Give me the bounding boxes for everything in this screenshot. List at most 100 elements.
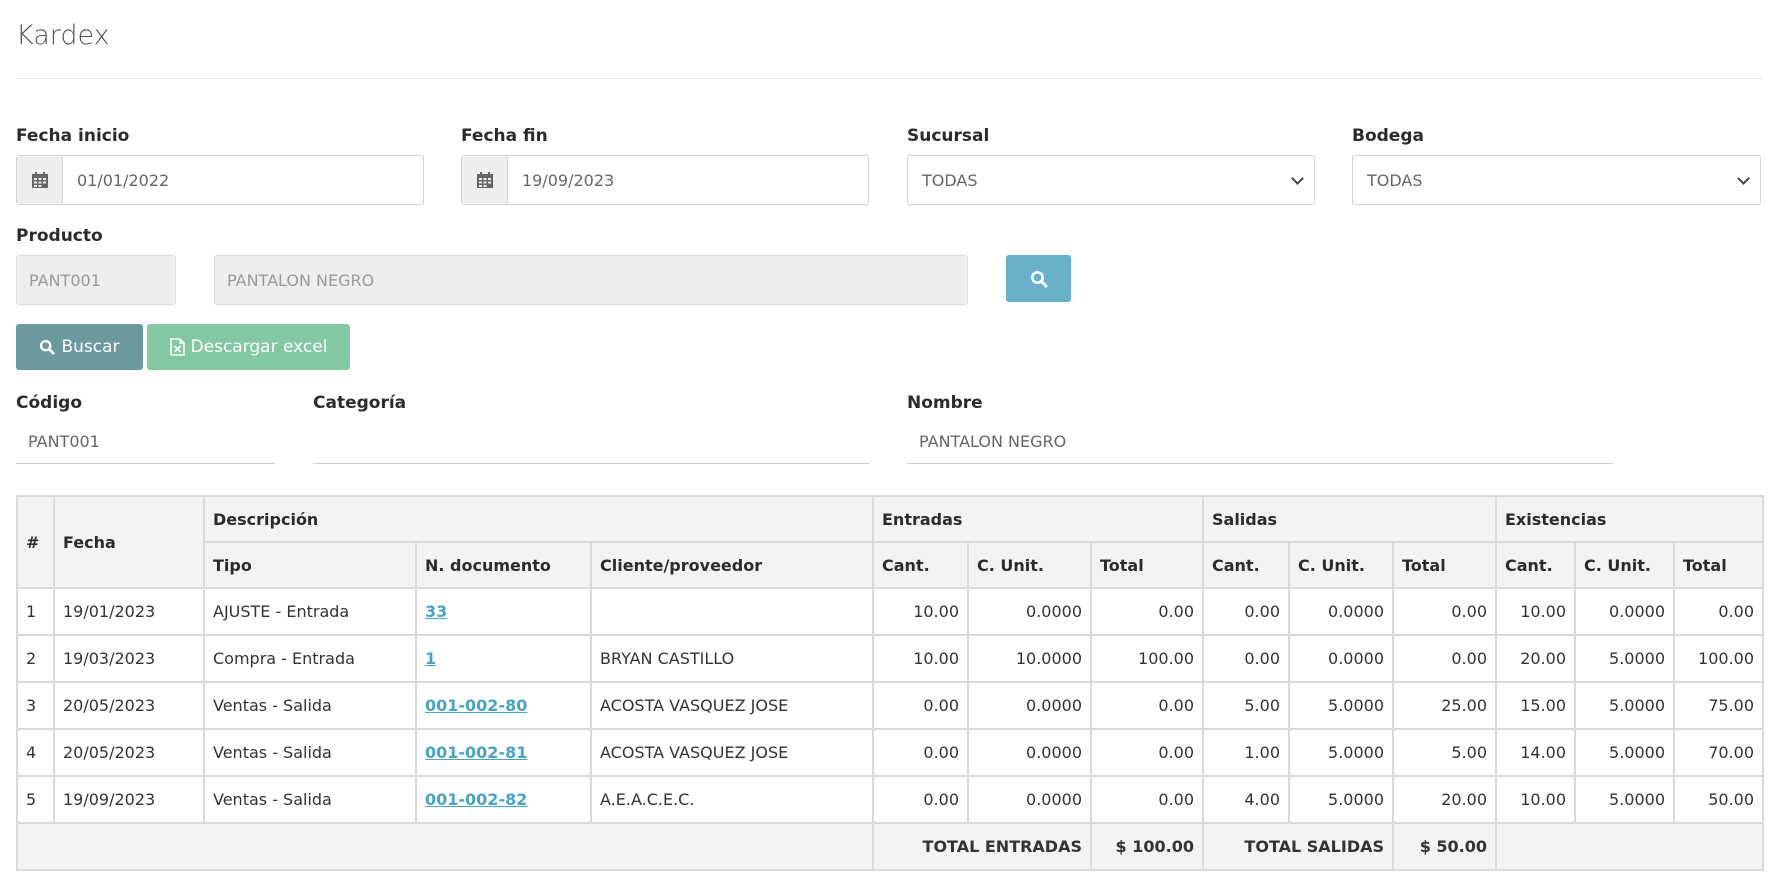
cell-fecha: 20/05/2023 [53,681,205,730]
cell-documento: 1 [415,634,592,683]
sucursal-select[interactable]: TODAS [907,155,1315,205]
col-entradas-cunit: C. Unit. [967,541,1092,589]
fecha-fin-label: Fecha fin [461,126,548,146]
cell-existencias-total: 100.00 [1673,634,1764,683]
cell-salidas-cant: 5.00 [1202,681,1290,730]
chevron-down-icon [1291,172,1304,185]
cell-num: 4 [16,728,55,777]
cell-num: 3 [16,681,55,730]
col-group-entradas: Entradas [872,495,1204,543]
cell-entradas-cunit: 0.0000 [967,681,1092,730]
calendar-icon[interactable] [462,156,508,204]
cell-tipo: AJUSTE - Entrada [203,587,417,636]
producto-code-input: PANT001 [16,255,176,305]
nombre-label: Nombre [907,393,983,413]
col-existencias-total: Total [1673,541,1764,589]
document-link[interactable]: 33 [425,602,447,621]
cell-cliente: ACOSTA VASQUEZ JOSE [590,681,874,730]
cell-entradas-cunit: 0.0000 [967,728,1092,777]
producto-name-input: PANTALON NEGRO [214,255,968,305]
cell-entradas-cunit: 10.0000 [967,634,1092,683]
search-icon [40,339,56,355]
col-salidas-cunit: C. Unit. [1288,541,1394,589]
document-link[interactable]: 001-002-80 [425,696,527,715]
cell-entradas-cant: 10.00 [872,587,969,636]
cell-salidas-cunit: 5.0000 [1288,681,1394,730]
cell-existencias-cunit: 5.0000 [1574,634,1675,683]
cell-existencias-total: 0.00 [1673,587,1764,636]
cell-entradas-total: 0.00 [1090,728,1204,777]
cell-entradas-cant: 10.00 [872,634,969,683]
col-existencias-cant: Cant. [1495,541,1576,589]
total-salidas-label: TOTAL SALIDAS [1202,822,1394,871]
table-row: 3 20/05/2023 Ventas - Salida 001-002-80 … [16,681,1764,730]
table-row: 2 19/03/2023 Compra - Entrada 1 BRYAN CA… [16,634,1764,683]
excel-file-icon [169,338,185,356]
cell-existencias-total: 50.00 [1673,775,1764,824]
codigo-label: Código [16,393,82,413]
total-entradas-value: $ 100.00 [1090,822,1204,871]
cell-existencias-cunit: 0.0000 [1574,587,1675,636]
cell-cliente: BRYAN CASTILLO [590,634,874,683]
bodega-select[interactable]: TODAS [1352,155,1761,205]
descargar-excel-button[interactable]: Descargar excel [147,324,350,370]
search-icon [1030,270,1047,287]
cell-documento: 001-002-82 [415,775,592,824]
cell-existencias-cunit: 5.0000 [1574,681,1675,730]
cell-tipo: Compra - Entrada [203,634,417,683]
cell-entradas-cant: 0.00 [872,681,969,730]
producto-label: Producto [16,226,103,246]
chevron-down-icon [1737,172,1750,185]
cell-salidas-cunit: 0.0000 [1288,587,1394,636]
fecha-inicio-input[interactable]: 01/01/2022 [63,156,423,204]
cell-num: 2 [16,634,55,683]
buscar-button[interactable]: Buscar [16,324,143,370]
table-row: 4 20/05/2023 Ventas - Salida 001-002-81 … [16,728,1764,777]
col-group-salidas: Salidas [1202,495,1497,543]
col-entradas-cant: Cant. [872,541,969,589]
cell-existencias-cant: 10.00 [1495,587,1576,636]
cell-existencias-cant: 15.00 [1495,681,1576,730]
document-link[interactable]: 001-002-81 [425,743,527,762]
search-product-button[interactable] [1006,255,1071,302]
cell-entradas-cant: 0.00 [872,775,969,824]
cell-existencias-cant: 20.00 [1495,634,1576,683]
col-salidas-cant: Cant. [1202,541,1290,589]
total-salidas-value: $ 50.00 [1392,822,1497,871]
cell-tipo: Ventas - Salida [203,775,417,824]
col-tipo: Tipo [203,541,417,589]
col-existencias-cunit: C. Unit. [1574,541,1675,589]
document-link[interactable]: 001-002-82 [425,790,527,809]
nombre-field: PANTALON NEGRO [907,420,1613,464]
cell-fecha: 20/05/2023 [53,728,205,777]
cell-salidas-total: 5.00 [1392,728,1497,777]
fecha-fin-input[interactable]: 19/09/2023 [508,156,868,204]
total-entradas-label: TOTAL ENTRADAS [872,822,1092,871]
col-group-descripcion: Descripción [203,495,874,543]
table-row: 1 19/01/2023 AJUSTE - Entrada 33 10.00 0… [16,587,1764,636]
col-documento: N. documento [415,541,592,589]
cell-salidas-total: 0.00 [1392,587,1497,636]
table-row: 5 19/09/2023 Ventas - Salida 001-002-82 … [16,775,1764,824]
calendar-icon[interactable] [17,156,63,204]
codigo-field: PANT001 [16,420,275,464]
categoria-field [313,420,870,464]
page-title: Kardex [16,20,110,51]
cell-entradas-total: 0.00 [1090,587,1204,636]
fecha-inicio-field[interactable]: 01/01/2022 [16,155,424,205]
cell-fecha: 19/09/2023 [53,775,205,824]
cell-salidas-cunit: 5.0000 [1288,775,1394,824]
totals-row: TOTAL ENTRADAS $ 100.00 TOTAL SALIDAS $ … [16,822,1764,871]
totals-existencias-spacer [1495,822,1764,871]
kardex-table: # Fecha Descripción Entradas Salidas Exi… [16,495,1764,871]
cell-cliente [590,587,874,636]
cell-entradas-total: 0.00 [1090,681,1204,730]
cell-cliente: ACOSTA VASQUEZ JOSE [590,728,874,777]
cell-existencias-cunit: 5.0000 [1574,728,1675,777]
col-entradas-total: Total [1090,541,1204,589]
document-link[interactable]: 1 [425,649,436,668]
fecha-fin-field[interactable]: 19/09/2023 [461,155,869,205]
cell-salidas-total: 20.00 [1392,775,1497,824]
cell-existencias-cunit: 5.0000 [1574,775,1675,824]
kardex-page: Kardex Fecha inicio 01/01/2022 Fecha fin… [0,0,1778,886]
